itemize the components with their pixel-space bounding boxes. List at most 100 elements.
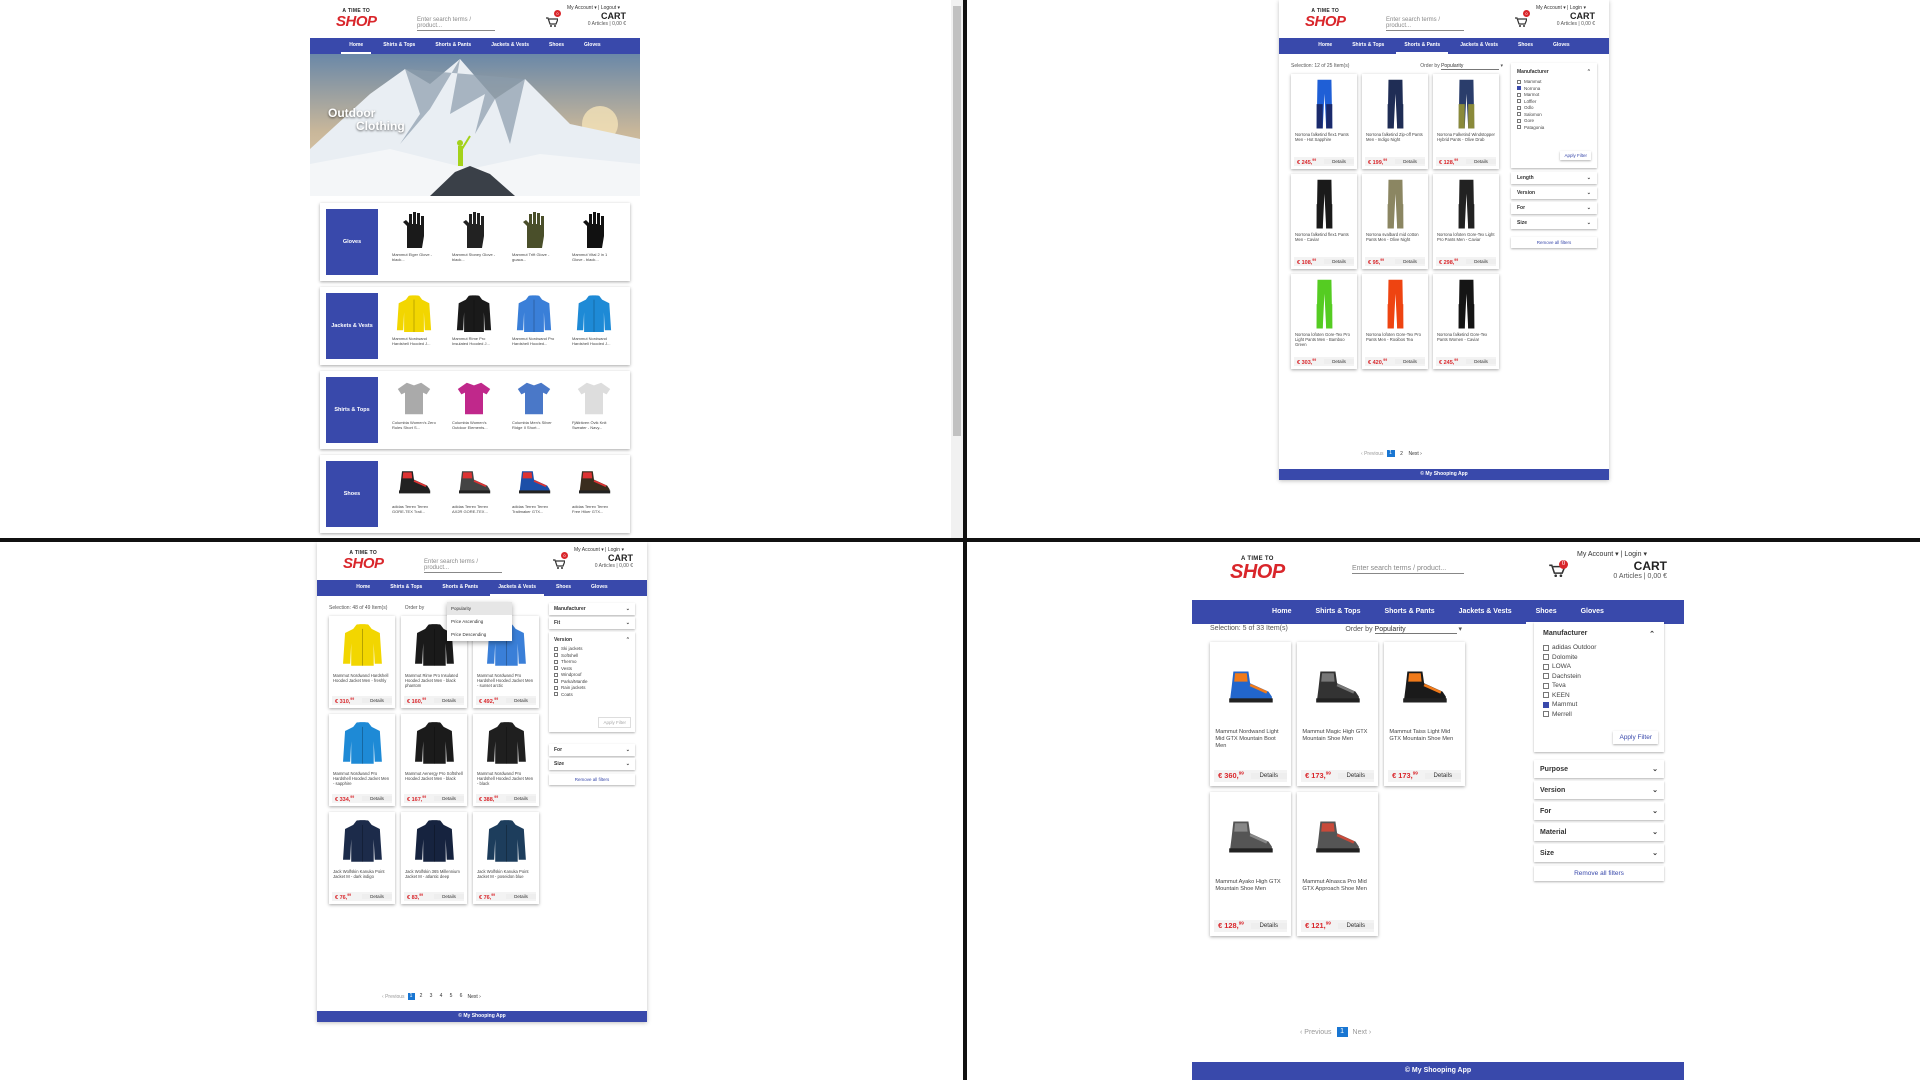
filter-version[interactable]: Version ⌄ bbox=[1534, 781, 1664, 799]
nav-home[interactable]: Home bbox=[348, 580, 378, 596]
nav-shorts-pants[interactable]: Shorts & Pants bbox=[427, 38, 479, 54]
filter-option[interactable]: Softshell bbox=[554, 653, 630, 658]
shop-logo[interactable]: A TIME TO SHOP bbox=[1230, 556, 1285, 582]
fit-filter[interactable]: Fit ⌄ bbox=[549, 617, 635, 629]
apply-filter-button[interactable]: Apply Filter bbox=[1560, 151, 1591, 160]
category-tile[interactable]: Shoes bbox=[326, 461, 378, 527]
details-button[interactable]: Details bbox=[1337, 922, 1374, 929]
product-card[interactable]: Jack Wolfskin Kanuka Point Jacket M - da… bbox=[329, 812, 395, 904]
checkbox-icon[interactable] bbox=[1543, 673, 1549, 679]
checkbox-checked-icon[interactable] bbox=[1517, 86, 1521, 90]
pagination-previous[interactable]: ‹ Previous bbox=[1361, 451, 1384, 457]
checkbox-icon[interactable] bbox=[554, 672, 558, 677]
checkbox-icon[interactable] bbox=[1517, 79, 1521, 84]
nav-shirts-tops[interactable]: Shirts & Tops bbox=[375, 38, 423, 54]
details-button[interactable]: Details bbox=[434, 796, 464, 801]
filter-option[interactable]: Thermo bbox=[554, 659, 630, 664]
details-button[interactable]: Details bbox=[1395, 159, 1425, 164]
order-option-popularity[interactable]: Popularity bbox=[447, 602, 512, 615]
filter-option[interactable]: Ski jackets bbox=[554, 646, 630, 651]
filter-option[interactable]: Dolomite bbox=[1543, 654, 1655, 661]
checkbox-icon[interactable] bbox=[554, 659, 558, 664]
nav-shoes[interactable]: Shoes bbox=[548, 580, 579, 596]
filter-option[interactable]: Odlo bbox=[1517, 105, 1591, 110]
scrollbar-thumb[interactable] bbox=[953, 6, 961, 436]
order-select[interactable]: Popularity bbox=[1441, 63, 1500, 70]
product-card[interactable]: Mammut Stoney Glove - black... bbox=[446, 207, 502, 277]
product-card[interactable]: adidas Terrex Terrex Free Hiker GTX... bbox=[566, 459, 622, 529]
details-button[interactable]: Details bbox=[1324, 359, 1354, 364]
product-card[interactable]: Mammut Taiss Light Mid GTX Mountain Shoe… bbox=[1384, 642, 1465, 786]
filter-option[interactable]: Dachstein bbox=[1543, 673, 1655, 680]
filter-option[interactable]: Vests bbox=[554, 666, 630, 671]
product-card[interactable]: adidas Terrex Terrex GORE-TEX Trail... bbox=[386, 459, 442, 529]
page-1[interactable]: 1 bbox=[1386, 450, 1395, 457]
product-card[interactable]: Mammut Nordwand Light Mid GTX Mountain B… bbox=[1210, 642, 1291, 786]
page-2[interactable]: 2 bbox=[418, 993, 425, 1000]
cart-icon[interactable]: 0 bbox=[546, 10, 561, 27]
filter-material[interactable]: Material ⌄ bbox=[1534, 823, 1664, 841]
nav-shoes[interactable]: Shoes bbox=[1510, 38, 1541, 54]
product-card[interactable]: Norrona svalbard mid cotton Pants Men - … bbox=[1362, 174, 1428, 269]
details-button[interactable]: Details bbox=[434, 698, 464, 703]
filter-version[interactable]: Version ⌄ bbox=[1511, 187, 1597, 199]
product-card[interactable]: Jack Wolfskin Kanuka Point Jacket M - po… bbox=[473, 812, 539, 904]
shop-logo[interactable]: A TIME TO SHOP bbox=[343, 551, 384, 572]
pagination-next[interactable]: Next › bbox=[1353, 1029, 1372, 1036]
product-card[interactable]: Mammut Nordwand Pro Hardshell Hooded Jac… bbox=[473, 714, 539, 806]
checkbox-icon[interactable] bbox=[554, 646, 558, 651]
product-card[interactable]: Columbia Women's Zero Rules Short S... bbox=[386, 375, 442, 445]
details-button[interactable]: Details bbox=[1466, 359, 1496, 364]
filter-for[interactable]: For ⌄ bbox=[1511, 202, 1597, 214]
filter-option[interactable]: Merrell bbox=[1543, 711, 1655, 718]
product-card[interactable]: Norrona Falketind Windstopper Hybrid Pan… bbox=[1433, 74, 1499, 169]
nav-shirts-tops[interactable]: Shirts & Tops bbox=[382, 580, 430, 596]
cart-icon[interactable]: 0 bbox=[1549, 560, 1568, 577]
category-tile[interactable]: Shirts & Tops bbox=[326, 377, 378, 443]
product-card[interactable]: Mammut Nordwand Hardshell Hooded J... bbox=[386, 291, 442, 361]
page-5[interactable]: 5 bbox=[448, 993, 455, 1000]
apply-filter-button[interactable]: Apply Filter bbox=[598, 717, 631, 728]
pagination-previous[interactable]: ‹ Previous bbox=[1300, 1029, 1332, 1036]
nav-home[interactable]: Home bbox=[341, 38, 372, 54]
product-card[interactable]: Norrona falketind Gore-Tex Pants Women -… bbox=[1433, 274, 1499, 369]
details-button[interactable]: Details bbox=[434, 894, 464, 899]
filter-length[interactable]: Length ⌄ bbox=[1511, 172, 1597, 184]
cart-label[interactable]: CART bbox=[1549, 11, 1595, 21]
nav-shorts-pants[interactable]: Shorts & Pants bbox=[434, 580, 486, 596]
page-4[interactable]: 4 bbox=[438, 993, 445, 1000]
checkbox-icon[interactable] bbox=[554, 666, 558, 670]
product-card[interactable]: Norrona lofoten Gore-Tex Pro Pants Men -… bbox=[1362, 274, 1428, 369]
product-card[interactable]: Mammut Ayako High GTX Mountain Shoe Men €… bbox=[1210, 792, 1291, 936]
product-card[interactable]: Columbia Women's Outdoor Elements... bbox=[446, 375, 502, 445]
filter-option[interactable]: Windproof bbox=[554, 672, 630, 677]
manufacturer-header[interactable]: Manufacturer ⌃ bbox=[1511, 63, 1597, 79]
manufacturer-filter[interactable]: Manufacturer ⌄ bbox=[549, 603, 635, 615]
order-option-price-ascending[interactable]: Price Ascending bbox=[447, 615, 512, 628]
page-3[interactable]: 3 bbox=[428, 993, 435, 1000]
version-header[interactable]: Version ⌃ bbox=[549, 632, 635, 646]
product-card[interactable]: adidas Terrex Terrex Trailmaker GTX... bbox=[506, 459, 562, 529]
checkbox-icon[interactable] bbox=[1543, 692, 1549, 698]
checkbox-icon[interactable] bbox=[1517, 105, 1521, 110]
remove-filters-button[interactable]: Remove all filters bbox=[1511, 237, 1597, 248]
filter-option[interactable]: Patagonia bbox=[1517, 125, 1591, 130]
checkbox-icon[interactable] bbox=[1517, 92, 1521, 97]
product-card[interactable]: Mammut Aenergy Pro Softshell Hooded Jack… bbox=[401, 714, 467, 806]
for-filter[interactable]: For ⌄ bbox=[549, 744, 635, 756]
nav-jackets-vests[interactable]: Jackets & Vests bbox=[490, 580, 544, 596]
cart-label[interactable]: CART bbox=[587, 553, 633, 563]
product-card[interactable]: Mammut Nordwand Pro Hardshell Hooded Jac… bbox=[329, 714, 395, 806]
product-card[interactable]: Norrona falketind Zip-off Pants Men - In… bbox=[1362, 74, 1428, 169]
cart-label[interactable]: CART bbox=[580, 11, 626, 21]
product-card[interactable]: Mammut Rime Pro Insulated Hooded J... bbox=[446, 291, 502, 361]
product-card[interactable]: Mammut Nordwand Pro Hardshell Hooded... bbox=[506, 291, 562, 361]
page-2[interactable]: 2 bbox=[1398, 451, 1406, 457]
filter-option[interactable]: Parka/Mantle bbox=[554, 679, 630, 684]
shop-logo[interactable]: A TIME TO SHOP bbox=[1305, 9, 1346, 30]
filter-option[interactable]: Gore bbox=[1517, 118, 1591, 123]
checkbox-icon[interactable] bbox=[1543, 682, 1549, 689]
nav-home[interactable]: Home bbox=[1262, 601, 1301, 624]
details-button[interactable]: Details bbox=[506, 894, 536, 899]
product-card[interactable]: Columbia Men's Silver Ridge II Short... bbox=[506, 375, 562, 445]
